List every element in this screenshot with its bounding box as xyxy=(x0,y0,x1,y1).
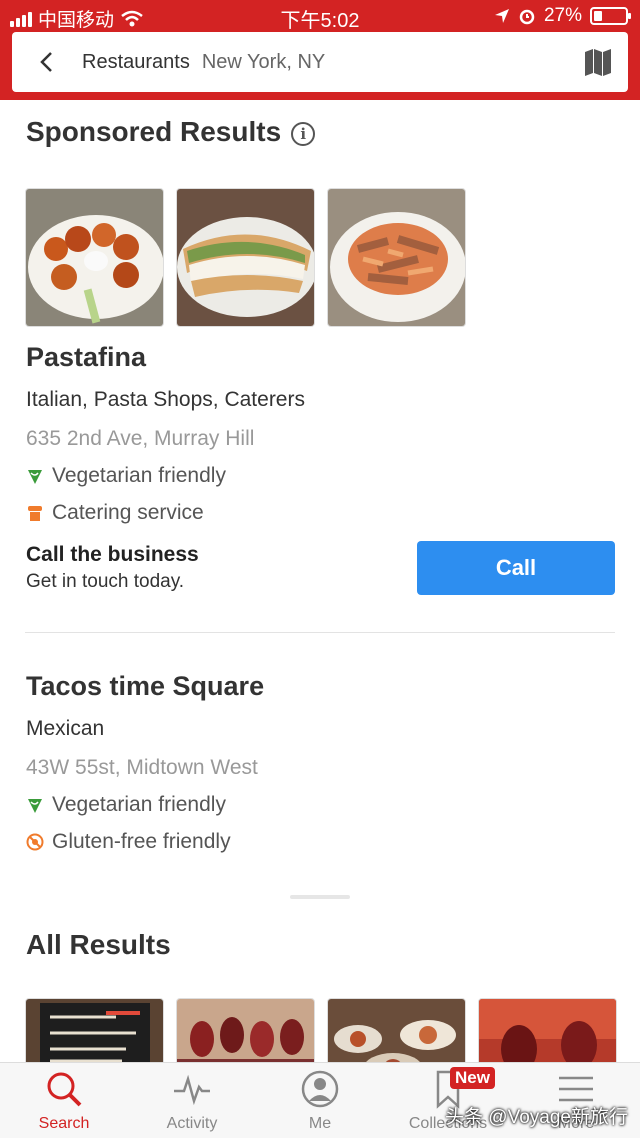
search-bar[interactable]: Restaurants New York, NY xyxy=(12,32,628,92)
photo-table-spread[interactable] xyxy=(327,998,466,1062)
location-arrow-icon xyxy=(494,9,509,23)
sponsored-results-title: Sponsored Results i xyxy=(26,116,316,148)
search-icon xyxy=(47,1072,82,1107)
vegetarian-icon xyxy=(28,470,42,484)
section-handle xyxy=(290,895,350,899)
profile-icon xyxy=(301,1070,339,1108)
photo-red-wine[interactable] xyxy=(478,998,617,1062)
map-icon xyxy=(585,49,611,76)
tab-activity[interactable]: Activity xyxy=(128,1063,256,1138)
tab-search[interactable]: Search xyxy=(0,1063,128,1138)
photo-wings[interactable] xyxy=(25,188,164,327)
amenity-item: Vegetarian friendly xyxy=(26,793,226,817)
search-term[interactable]: Restaurants xyxy=(82,51,190,74)
results-list[interactable]: Sponsored Results i Pastafina Italian, P… xyxy=(0,100,640,1062)
business-name[interactable]: Pastafina xyxy=(26,342,146,373)
cta-subtitle: Get in touch today. xyxy=(26,571,185,592)
call-button[interactable]: Call xyxy=(417,541,615,595)
photo-menu-board[interactable] xyxy=(25,998,164,1062)
alarm-icon xyxy=(519,9,535,25)
info-icon[interactable]: i xyxy=(291,121,316,146)
vegetarian-icon xyxy=(28,799,42,813)
activity-icon xyxy=(174,1074,210,1106)
photo-pasta[interactable] xyxy=(327,188,466,327)
chevron-left-icon xyxy=(40,52,52,72)
divider xyxy=(25,632,615,633)
battery-percent: 27% xyxy=(543,5,582,26)
all-results-title: All Results xyxy=(26,929,171,960)
amenity-item: Vegetarian friendly xyxy=(26,464,226,488)
cta-title: Call the business xyxy=(26,543,199,566)
battery-icon xyxy=(590,7,631,25)
tab-label: Me xyxy=(308,1115,332,1132)
back-button[interactable] xyxy=(12,32,82,92)
business-categories: Italian, Pasta Shops, Caterers xyxy=(26,388,305,411)
new-badge: New xyxy=(450,1067,495,1089)
status-bar: 中国移动 下午5:02 27% xyxy=(0,0,640,32)
sponsored-photo-strip[interactable] xyxy=(25,188,466,327)
photo-wine-glasses[interactable] xyxy=(176,998,315,1062)
business-address: 43W 55st, Midtown West xyxy=(26,756,258,779)
tab-label: Activity xyxy=(166,1115,218,1132)
photo-sandwich[interactable] xyxy=(176,188,315,327)
search-location[interactable]: New York, NY xyxy=(202,51,325,74)
tab-me[interactable]: Me xyxy=(256,1063,384,1138)
watermark: 头条 @Voyage新旅行 xyxy=(445,1107,628,1128)
tab-label: Search xyxy=(38,1115,90,1132)
business-name[interactable]: Tacos time Square xyxy=(26,671,264,702)
business-address: 635 2nd Ave, Murray Hill xyxy=(26,427,255,450)
catering-icon xyxy=(28,506,42,521)
all-results-photo-strip[interactable] xyxy=(25,998,617,1062)
business-categories: Mexican xyxy=(26,717,105,740)
amenity-item: Gluten-free friendly xyxy=(26,830,231,854)
amenity-item: Catering service xyxy=(26,501,204,525)
gluten-free-icon xyxy=(26,833,44,851)
map-button[interactable] xyxy=(582,46,614,78)
